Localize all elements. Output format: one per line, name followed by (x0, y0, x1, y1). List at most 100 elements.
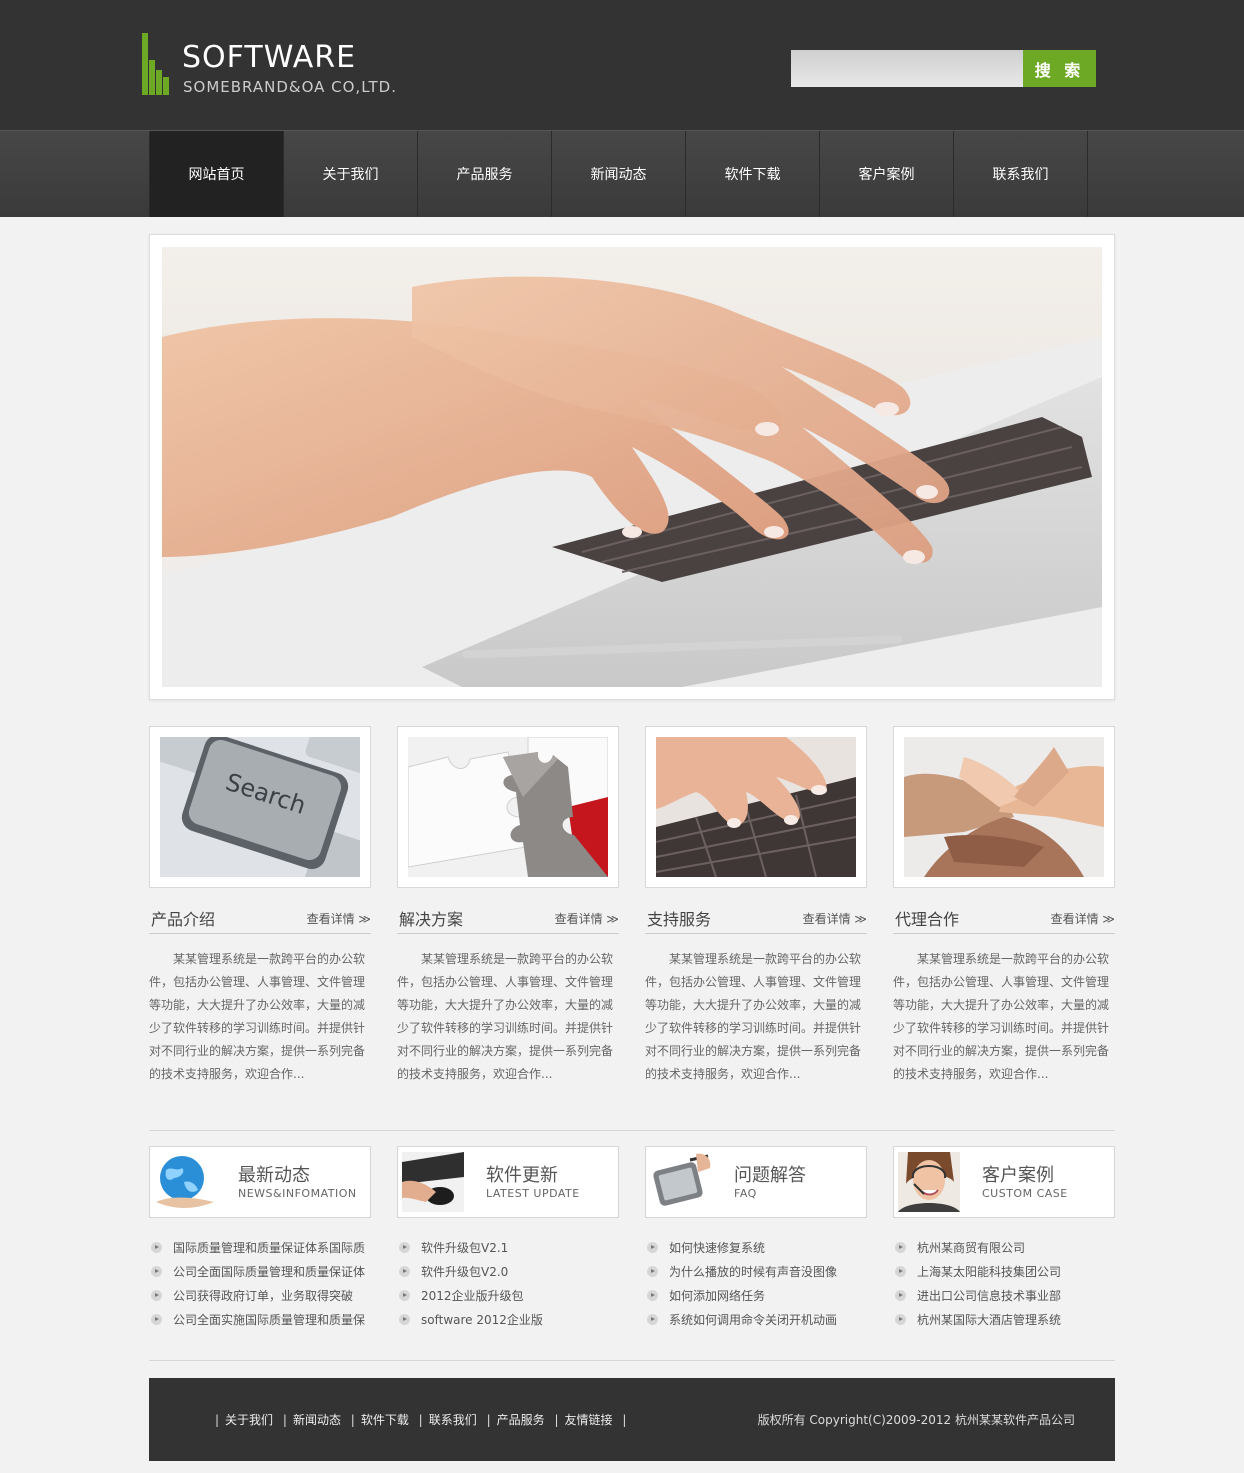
puzzle-image (408, 737, 608, 877)
feature-thumb[interactable] (397, 726, 619, 888)
typing-image (656, 737, 856, 877)
info-list: 如何快速修复系统 为什么播放的时候有声音没图像 如何添加网络任务 系统如何调用命… (645, 1238, 867, 1334)
list-item[interactable]: software 2012企业版 (397, 1310, 619, 1334)
nav-item-about[interactable]: 关于我们 (284, 131, 418, 217)
globe-icon (156, 1156, 214, 1208)
list-item[interactable]: 上海某太阳能科技集团公司 (893, 1262, 1115, 1286)
view-details-link[interactable]: 查看详情 ≫ (1051, 910, 1115, 927)
search-key-image: Search (160, 737, 360, 877)
feature-description: 某某管理系统是一款跨平台的办公软件，包括办公管理、人事管理、文件管理等功能，大大… (893, 952, 1110, 1081)
info-list: 国际质量管理和质量保证体系国际质 公司全面国际质量管理和质量保证体 公司获得政府… (149, 1238, 371, 1334)
tablet-pen-icon (653, 1153, 711, 1206)
info-subtitle: NEWS&INFOMATION (238, 1187, 357, 1200)
bullet-arrow-icon (895, 1242, 906, 1253)
bullet-arrow-icon (151, 1314, 162, 1325)
info-header-box[interactable]: 软件更新 LATEST UPDATE (397, 1146, 619, 1218)
hero-banner (149, 234, 1115, 700)
site-footer: | 关于我们 | 新闻动态 | 软件下载 | 联系我们 | 产品服务 | 友情链接 | 版权… (149, 1378, 1115, 1461)
info-header-box[interactable]: 最新动态 NEWS&INFOMATION (149, 1146, 371, 1218)
info-list: 杭州某商贸有限公司 上海某太阳能科技集团公司 进出口公司信息技术事业部 杭州某国… (893, 1238, 1115, 1334)
copyright-text: 版权所有 Copyright(C)2009-2012 杭州某某软件产品公司 (757, 1413, 1075, 1427)
footer-link-products[interactable]: 产品服务 (497, 1413, 545, 1427)
bullet-arrow-icon (647, 1290, 658, 1301)
feature-thumb[interactable]: Search (149, 726, 371, 888)
info-header-box[interactable]: 客户案例 CUSTOM CASE (893, 1146, 1115, 1218)
bullet-arrow-icon (895, 1314, 906, 1325)
feature-title: 产品介绍 (151, 910, 216, 929)
bullet-arrow-icon (647, 1314, 658, 1325)
footer-link-downloads[interactable]: 软件下载 (361, 1413, 409, 1427)
main-nav: 网站首页 关于我们 产品服务 新闻动态 软件下载 客户案例 联系我们 (0, 130, 1244, 217)
mouse-icon (402, 1152, 464, 1212)
list-item[interactable]: 杭州某商贸有限公司 (893, 1238, 1115, 1262)
list-item[interactable]: 进出口公司信息技术事业部 (893, 1286, 1115, 1310)
view-details-link[interactable]: 查看详情 ≫ (803, 910, 867, 927)
bullet-arrow-icon (895, 1290, 906, 1301)
footer-link-contact[interactable]: 联系我们 (429, 1413, 477, 1427)
info-title: 最新动态 (238, 1165, 310, 1186)
search-input[interactable] (791, 50, 1024, 87)
list-item[interactable]: 公司全面实施国际质量管理和质量保 (149, 1310, 371, 1334)
list-item[interactable]: 公司获得政府订单，业务取得突破 (149, 1286, 371, 1310)
bullet-arrow-icon (399, 1314, 410, 1325)
list-item[interactable]: 系统如何调用命令关闭开机动画 (645, 1310, 867, 1334)
feature-title: 代理合作 (895, 910, 960, 929)
nav-item-downloads[interactable]: 软件下载 (686, 131, 820, 217)
feature-thumb[interactable] (893, 726, 1115, 888)
view-details-link[interactable]: 查看详情 ≫ (555, 910, 619, 927)
list-item[interactable]: 如何快速修复系统 (645, 1238, 867, 1262)
feature-title: 解决方案 (399, 910, 464, 929)
feature-header: 产品介绍 查看详情 ≫ (149, 904, 371, 934)
footer-link-news[interactable]: 新闻动态 (293, 1413, 341, 1427)
feature-header: 解决方案 查看详情 ≫ (397, 904, 619, 934)
laptop-typing-image (162, 247, 1102, 687)
feature-description: 某某管理系统是一款跨平台的办公软件，包括办公管理、人事管理、文件管理等功能，大大… (149, 952, 366, 1081)
list-item[interactable]: 杭州某国际大酒店管理系统 (893, 1310, 1115, 1334)
feature-thumb[interactable] (645, 726, 867, 888)
info-title: 软件更新 (486, 1165, 558, 1186)
info-subtitle: LATEST UPDATE (486, 1187, 580, 1200)
bullet-arrow-icon (895, 1266, 906, 1277)
list-item[interactable]: 软件升级包V2.1 (397, 1238, 619, 1262)
site-header: SOFTWARE SOMEBRAND&OA CO,LTD. 搜 索 (0, 0, 1244, 130)
info-subtitle: CUSTOM CASE (982, 1187, 1068, 1200)
bullet-arrow-icon (399, 1242, 410, 1253)
list-item[interactable]: 2012企业版升级包 (397, 1286, 619, 1310)
footer-link-about[interactable]: 关于我们 (225, 1413, 273, 1427)
logo-subtitle: SOMEBRAND&OA CO,LTD. (183, 78, 397, 96)
nav-item-news[interactable]: 新闻动态 (552, 131, 686, 217)
nav-item-home[interactable]: 网站首页 (150, 131, 284, 217)
nav-item-products[interactable]: 产品服务 (418, 131, 552, 217)
feature-title: 支持服务 (647, 910, 712, 929)
list-item[interactable]: 软件升级包V2.0 (397, 1262, 619, 1286)
bullet-arrow-icon (151, 1242, 162, 1253)
info-header-box[interactable]: 问题解答 FAQ (645, 1146, 867, 1218)
info-list: 软件升级包V2.1 软件升级包V2.0 2012企业版升级包 software … (397, 1238, 619, 1334)
footer-link-friends[interactable]: 友情链接 (565, 1413, 613, 1427)
section-divider (149, 1130, 1115, 1131)
bullet-arrow-icon (647, 1266, 658, 1277)
list-item[interactable]: 公司全面国际质量管理和质量保证体 (149, 1262, 371, 1286)
feature-description: 某某管理系统是一款跨平台的办公软件，包括办公管理、人事管理、文件管理等功能，大大… (645, 952, 862, 1081)
logo-title: SOFTWARE (182, 40, 357, 75)
headset-agent-icon (898, 1152, 960, 1212)
info-title: 客户案例 (982, 1165, 1054, 1186)
list-item[interactable]: 国际质量管理和质量保证体系国际质 (149, 1238, 371, 1262)
section-divider (149, 1360, 1115, 1361)
info-subtitle: FAQ (734, 1187, 757, 1200)
bullet-arrow-icon (151, 1266, 162, 1277)
hands-image (904, 737, 1104, 877)
bullet-arrow-icon (399, 1266, 410, 1277)
nav-item-contact[interactable]: 联系我们 (954, 131, 1088, 217)
info-title: 问题解答 (734, 1165, 806, 1186)
nav-item-cases[interactable]: 客户案例 (820, 131, 954, 217)
bullet-arrow-icon (647, 1242, 658, 1253)
bullet-arrow-icon (151, 1290, 162, 1301)
search-button[interactable]: 搜 索 (1023, 50, 1096, 87)
view-details-link[interactable]: 查看详情 ≫ (307, 910, 371, 927)
list-item[interactable]: 为什么播放的时候有声音没图像 (645, 1262, 867, 1286)
feature-header: 代理合作 查看详情 ≫ (893, 904, 1115, 934)
logo-bars-icon (142, 33, 169, 95)
list-item[interactable]: 如何添加网络任务 (645, 1286, 867, 1310)
bullet-arrow-icon (399, 1290, 410, 1301)
